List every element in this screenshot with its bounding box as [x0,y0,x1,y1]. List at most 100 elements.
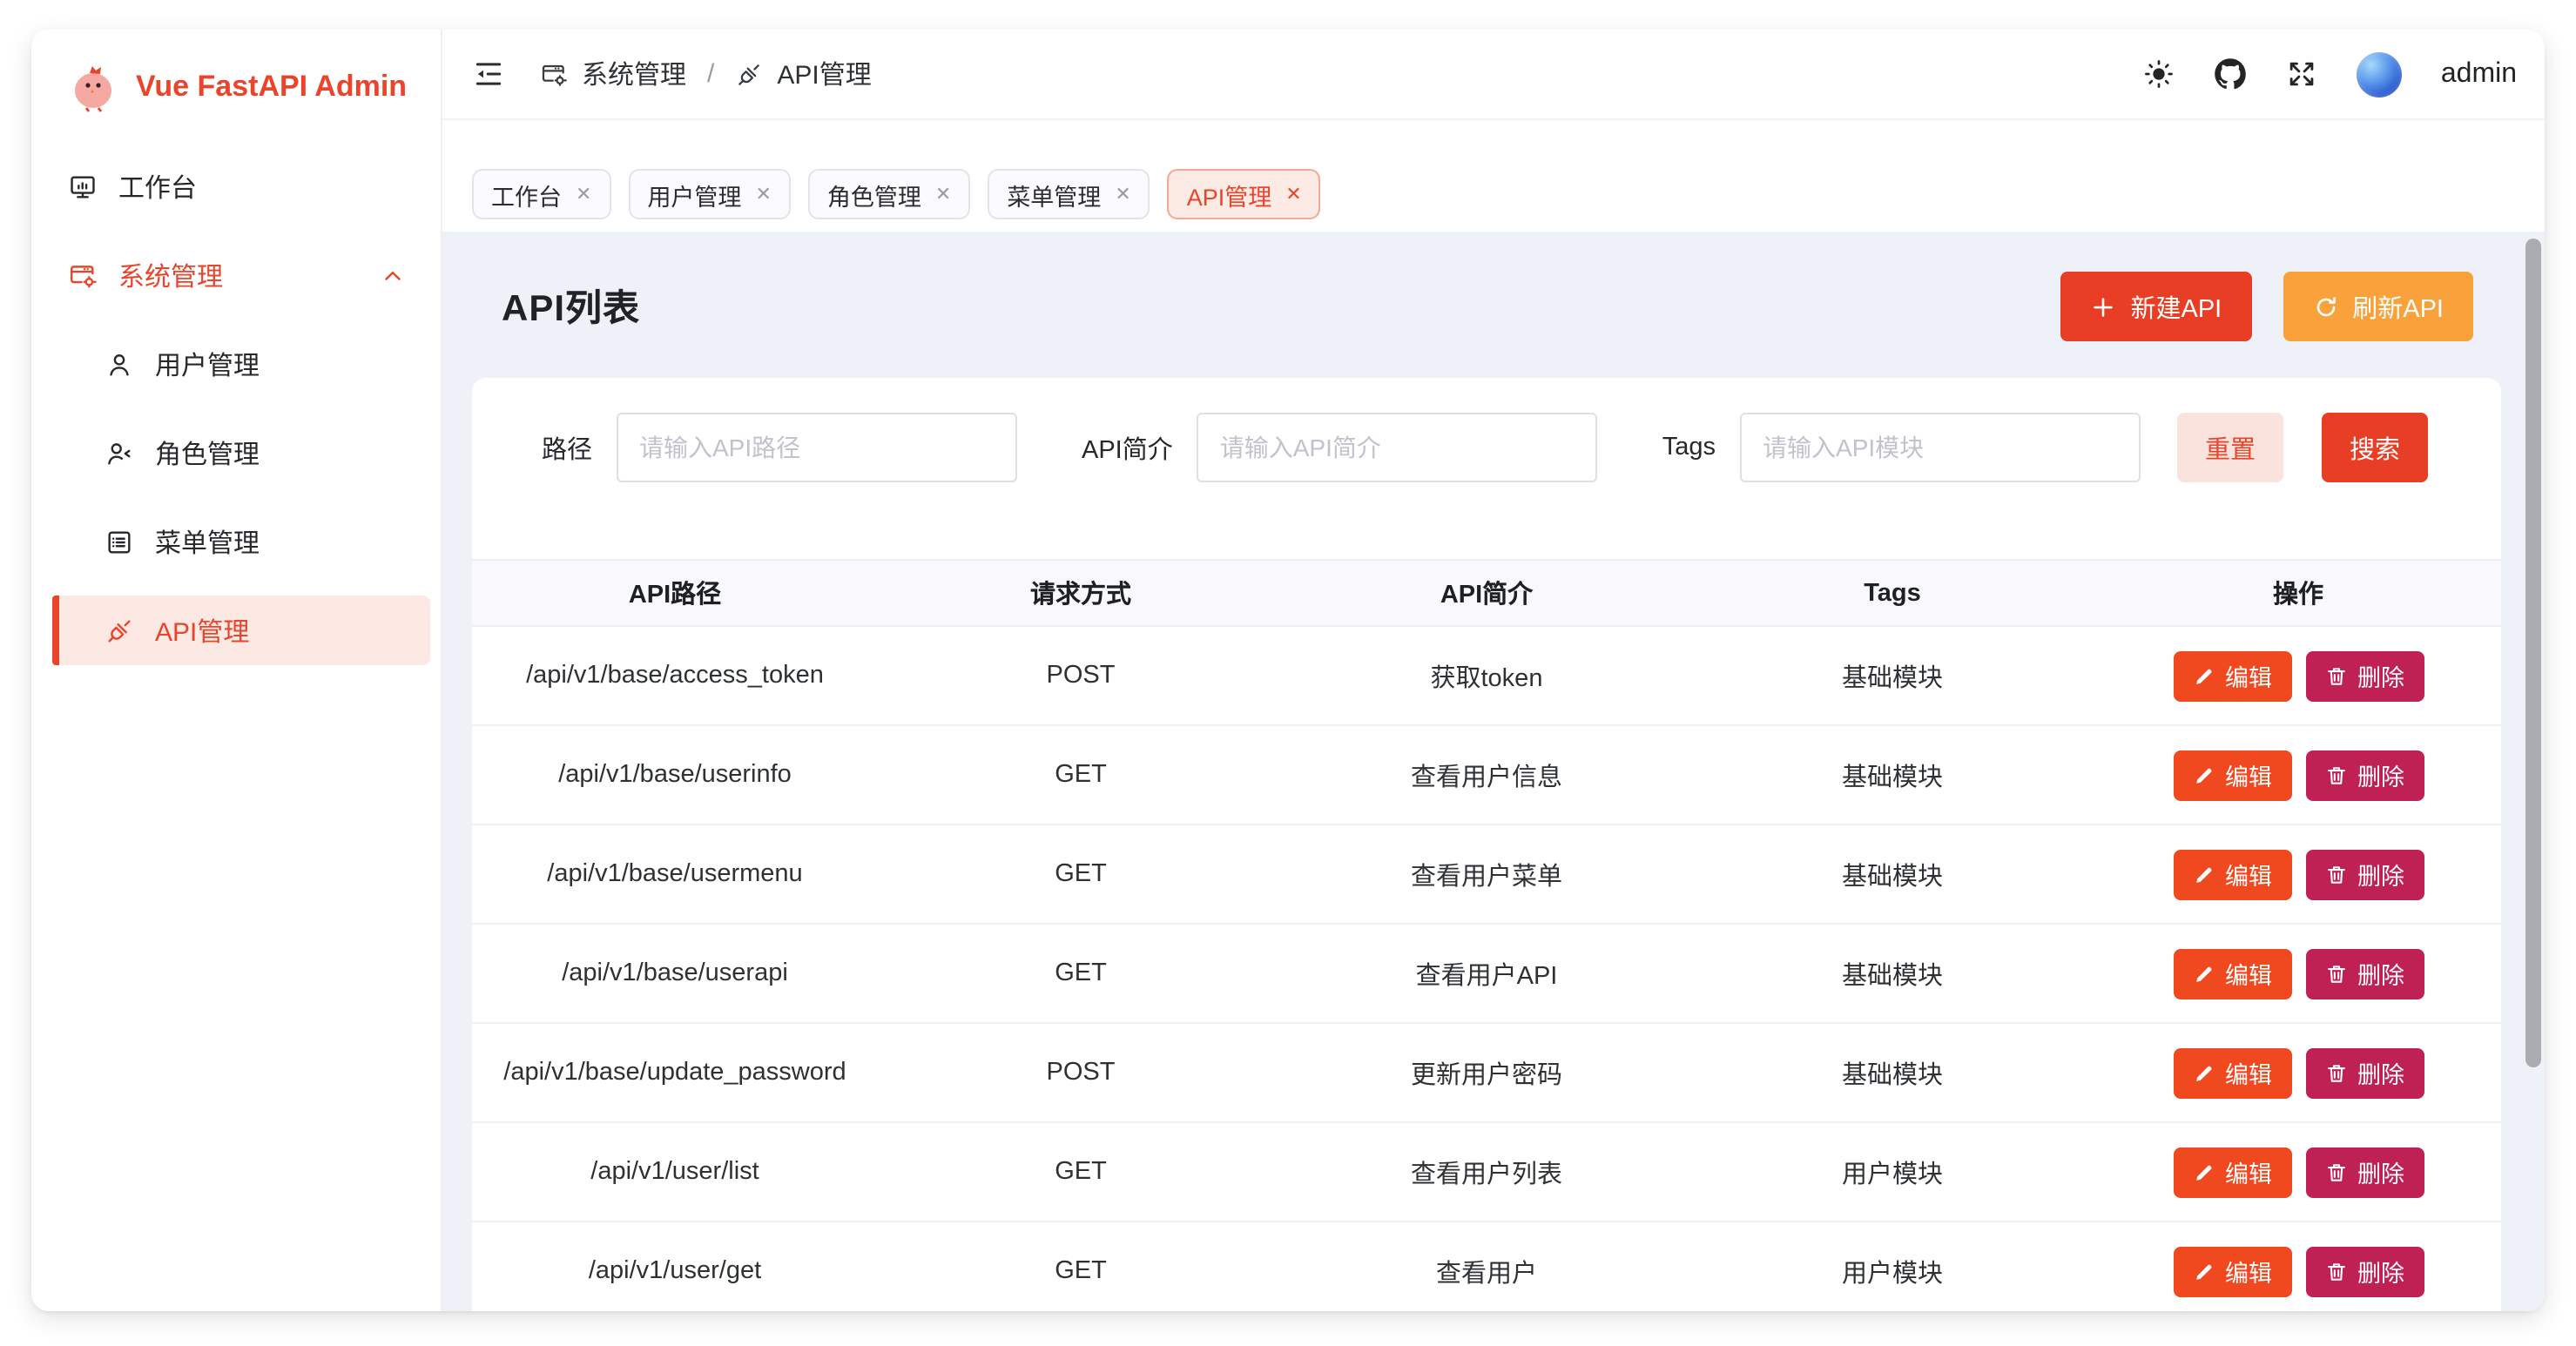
page-header-actions: 新建API 刷新API [2061,272,2474,341]
tab-close-icon[interactable]: ✕ [576,183,591,205]
pencil-icon [2192,1061,2215,1084]
collapse-menu-icon [472,57,505,91]
table-row: /api/v1/base/userinfo GET 查看用户信息 基础模块 编辑 [472,726,2501,825]
edit-button[interactable]: 编辑 [2173,650,2291,701]
sidebar-item-workbench[interactable]: 工作台 [52,151,430,221]
filter-path: 路径 [542,413,1017,482]
table-row: /api/v1/base/userapi GET 查看用户API 基础模块 编辑 [472,925,2501,1024]
delete-button[interactable]: 删除 [2305,948,2424,999]
pencil-icon [2192,1161,2215,1183]
tab-chip[interactable]: 角色管理 ✕ [808,169,970,219]
edit-label: 编辑 [2225,757,2272,792]
plus-icon [2091,293,2117,320]
delete-button[interactable]: 删除 [2305,650,2424,701]
avatar[interactable] [2357,51,2403,97]
sidebar-item-menus[interactable]: 菜单管理 [52,507,430,576]
sidebar-item-label: 工作台 [118,168,197,205]
page-title: API列表 [502,280,640,333]
menu-list-icon [105,527,134,556]
refresh-api-button[interactable]: 刷新API [2283,272,2473,341]
sidebar-item-system[interactable]: 系统管理 [52,240,430,310]
edit-button[interactable]: 编辑 [2173,1047,2291,1098]
tags-cell: 基础模块 [1689,1054,2095,1091]
actions-cell: 编辑 删除 [2095,849,2501,899]
monitor-icon [68,172,98,201]
edit-button[interactable]: 编辑 [2173,1246,2291,1296]
tab-chip[interactable]: 工作台 ✕ [472,169,610,219]
actions-cell: 编辑 删除 [2095,1246,2501,1296]
actions-cell: 编辑 删除 [2095,650,2501,701]
column-header-path: API路径 [472,575,878,611]
tab-chip[interactable]: API管理 ✕ [1168,169,1321,219]
trash-icon [2324,1061,2347,1084]
sidebar-item-users[interactable]: 用户管理 [52,329,430,399]
sidebar-collapse-button[interactable] [472,57,505,91]
tab-close-icon[interactable]: ✕ [1115,183,1130,205]
chicken-logo-icon [68,61,118,113]
tab-chip[interactable]: 菜单管理 ✕ [988,169,1150,219]
summary-cell: 查看用户 [1284,1253,1689,1289]
breadcrumb-item-api[interactable]: API管理 [777,56,871,92]
table-row: /api/v1/base/access_token POST 获取token 基… [472,627,2501,726]
delete-button[interactable]: 删除 [2305,1047,2424,1098]
tab-close-icon[interactable]: ✕ [755,183,771,205]
edit-button[interactable]: 编辑 [2173,750,2291,800]
tags-cell: 基础模块 [1689,955,2095,992]
column-header-method: 请求方式 [878,575,1284,611]
trash-icon [2324,962,2347,985]
delete-button[interactable]: 删除 [2305,1246,2424,1296]
reset-button[interactable]: 重置 [2177,413,2283,482]
tags-input[interactable] [1740,413,2141,482]
sidebar-item-label: 菜单管理 [155,523,260,560]
breadcrumb: 系统管理 / API管理 [540,56,872,92]
breadcrumb-item-system[interactable]: 系统管理 [582,56,686,92]
api-path-cell: /api/v1/base/userinfo [472,761,878,789]
trash-icon [2324,1260,2347,1282]
api-table: API路径 请求方式 API简介 Tags 操作 /api/v1/base/ac… [472,559,2501,1311]
sidebar: Vue FastAPI Admin 工作台 系统管理 用户管理 [31,30,442,1311]
edit-button[interactable]: 编辑 [2173,1147,2291,1197]
role-user-icon [105,438,134,468]
fullscreen-button[interactable] [2286,57,2319,91]
tab-close-icon[interactable]: ✕ [1285,183,1301,205]
path-input[interactable] [617,413,1017,482]
sidebar-menu: 工作台 系统管理 用户管理 角色管理 菜单管理 [31,151,441,684]
tags-cell: 基础模块 [1689,757,2095,793]
delete-button[interactable]: 删除 [2305,849,2424,899]
table-row: /api/v1/base/usermenu GET 查看用户菜单 基础模块 编辑 [472,825,2501,925]
trash-icon [2324,764,2347,786]
content-scrollbar[interactable] [2525,239,2541,1067]
search-button[interactable]: 搜索 [2322,413,2428,482]
create-api-label: 新建API [2131,288,2222,325]
api-plug-icon [735,60,763,88]
create-api-button[interactable]: 新建API [2061,272,2252,341]
app-logo[interactable]: Vue FastAPI Admin [31,30,441,113]
username[interactable]: admin [2441,58,2517,90]
tab-label: API管理 [1187,177,1272,212]
method-cell: GET [878,959,1284,987]
edit-button[interactable]: 编辑 [2173,849,2291,899]
tab-chip[interactable]: 用户管理 ✕ [628,169,790,219]
tab-close-icon[interactable]: ✕ [935,183,951,205]
edit-label: 编辑 [2225,1154,2272,1189]
sidebar-item-api[interactable]: API管理 [52,596,430,665]
delete-button[interactable]: 删除 [2305,750,2424,800]
refresh-icon [2312,293,2338,320]
screenshot-stage: Vue FastAPI Admin 工作台 系统管理 用户管理 [0,0,2576,1346]
delete-button[interactable]: 删除 [2305,1147,2424,1197]
edit-button[interactable]: 编辑 [2173,948,2291,999]
actions-cell: 编辑 删除 [2095,750,2501,800]
path-label: 路径 [542,429,592,466]
sidebar-item-label: API管理 [155,612,249,649]
api-path-cell: /api/v1/base/userapi [472,959,878,987]
summary-input[interactable] [1197,413,1598,482]
sidebar-item-roles[interactable]: 角色管理 [52,418,430,488]
github-button[interactable] [2215,57,2248,91]
theme-toggle-button[interactable] [2143,57,2176,91]
app-title: Vue FastAPI Admin [136,70,407,104]
chevron-up-icon [380,262,406,288]
summary-cell: 获取token [1284,657,1689,694]
delete-label: 删除 [2357,956,2404,991]
main-area: 系统管理 / API管理 admin [442,30,2545,1311]
summary-cell: 查看用户列表 [1284,1154,1689,1190]
